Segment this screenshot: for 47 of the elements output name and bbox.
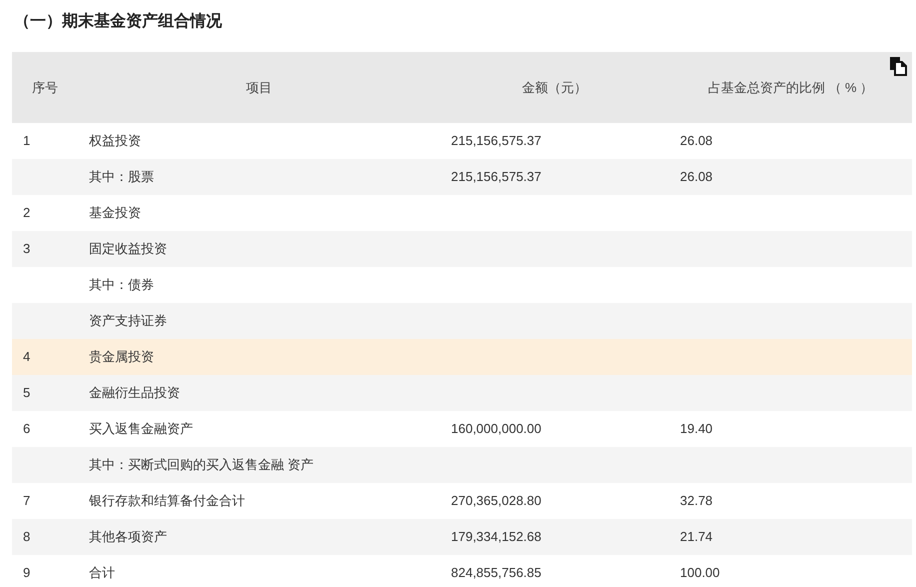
section-title: （一）期末基金资产组合情况 [14, 11, 222, 32]
table-cell: 2 [23, 205, 30, 220]
column-header: 占基金总资产的比例 （ % ） [708, 78, 874, 97]
table-cell: 26.08 [680, 133, 713, 148]
table-cell: 其中：买断式回购的买入返售金融 资产 [89, 457, 314, 472]
table-row[interactable]: 4 贵金属投资 [12, 339, 912, 375]
table-cell: 19.40 [680, 421, 713, 436]
table-row[interactable]: 3 固定收益投资 [12, 231, 912, 267]
table-cell: 权益投资 [89, 133, 141, 148]
copy-icon[interactable] [889, 56, 907, 76]
table-cell: 9 [23, 565, 30, 580]
table-cell: 6 [23, 421, 30, 436]
table-cell: 26.08 [680, 169, 713, 184]
table-cell: 215,156,575.37 [451, 169, 542, 184]
table-cell: 固定收益投资 [89, 241, 167, 256]
table-cell: 其中：股票 [89, 169, 154, 184]
table-row[interactable]: 5 金融衍生品投资 [12, 375, 912, 411]
table-cell: 160,000,000.00 [451, 421, 542, 436]
table-row[interactable]: 8 其他各项资产 179,334,152.68 21.74 [12, 519, 912, 555]
column-header: 项目 [246, 78, 272, 97]
table-cell: 其中：债券 [89, 277, 154, 292]
table-cell: 7 [23, 493, 30, 508]
table-cell: 824,855,756.85 [451, 565, 542, 580]
column-header: 金额（元） [522, 78, 587, 97]
table-cell: 8 [23, 529, 30, 544]
table-cell: 179,334,152.68 [451, 529, 542, 544]
table-cell: 21.74 [680, 529, 713, 544]
table-cell: 资产支持证券 [89, 313, 167, 328]
table-cell: 100.00 [680, 565, 720, 580]
table-row[interactable]: 其中：股票 215,156,575.37 26.08 [12, 159, 912, 195]
table-cell: 5 [23, 385, 30, 400]
column-header: 序号 [32, 78, 58, 97]
table-cell: 银行存款和结算备付金合计 [89, 493, 245, 508]
table-cell: 32.78 [680, 493, 713, 508]
table-row[interactable]: 其中：买断式回购的买入返售金融 资产 [12, 447, 912, 483]
table-cell: 合计 [89, 565, 115, 580]
table-cell: 基金投资 [89, 205, 141, 220]
table-cell: 买入返售金融资产 [89, 421, 193, 436]
table-cell: 其他各项资产 [89, 529, 167, 544]
table-cell: 贵金属投资 [89, 349, 154, 364]
table-cell: 215,156,575.37 [451, 133, 542, 148]
table-cell: 270,365,028.80 [451, 493, 542, 508]
table-cell: 3 [23, 241, 30, 256]
table-row[interactable]: 资产支持证券 [12, 303, 912, 339]
table-cell: 金融衍生品投资 [89, 385, 180, 400]
table-cell: 4 [23, 349, 30, 364]
table-cell: 1 [23, 133, 30, 148]
